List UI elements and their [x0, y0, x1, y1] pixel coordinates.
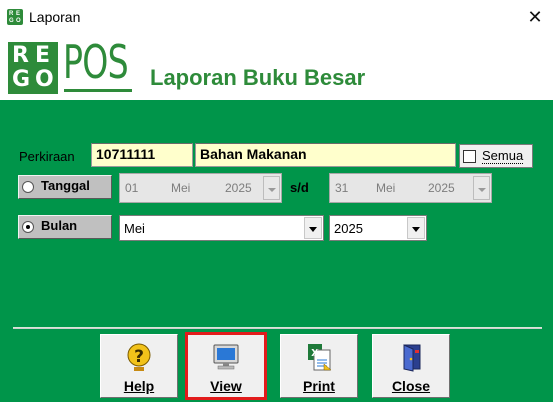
print-button-label: Print [303, 378, 335, 394]
button-separator [13, 327, 542, 329]
print-icon: X [308, 344, 332, 371]
month-select-value: Mei [124, 221, 145, 236]
logo-underline [64, 89, 132, 92]
print-button[interactable]: X Print [280, 334, 358, 398]
report-header: R E G O POS Laporan Buku Besar [0, 34, 553, 100]
title-bar: R E G O Laporan ✕ [0, 0, 553, 34]
close-button-label: Close [391, 378, 431, 394]
semua-label: Semua [482, 148, 524, 164]
bulan-radio[interactable]: Bulan [18, 215, 112, 239]
date-to-dropdown-icon[interactable] [473, 176, 490, 200]
tanggal-label: Tanggal [41, 178, 90, 193]
semua-checkbox[interactable]: Semua [459, 144, 533, 168]
tanggal-radio[interactable]: Tanggal [18, 175, 112, 199]
bulan-label: Bulan [41, 218, 78, 233]
svg-text:?: ? [134, 347, 144, 367]
sd-label: s/d [290, 180, 309, 195]
window-title: Laporan [29, 9, 81, 25]
rego-logo: R E G O [8, 42, 58, 94]
report-title: Laporan Buku Besar [150, 65, 366, 90]
view-button[interactable]: View [185, 332, 267, 400]
exit-door-icon [403, 344, 421, 372]
bulan-radio-dot[interactable] [22, 221, 34, 233]
question-icon: ? [127, 343, 151, 371]
close-window-icon[interactable]: ✕ [523, 6, 547, 28]
perkiraan-label: Perkiraan [19, 149, 75, 164]
help-button[interactable]: ? Help [100, 334, 178, 398]
year-select[interactable]: 2025 [329, 215, 427, 241]
view-button-label: View [210, 378, 242, 394]
account-name-field[interactable]: Bahan Makanan [195, 143, 456, 167]
month-dropdown-icon[interactable] [304, 217, 322, 239]
year-select-value: 2025 [334, 221, 363, 236]
monitor-icon [213, 344, 239, 370]
app-icon: R E G O [7, 9, 23, 25]
help-button-label: Help [123, 378, 155, 394]
tanggal-radio-dot[interactable] [22, 181, 34, 193]
date-from-picker[interactable]: 01 Mei 2025 [119, 173, 282, 203]
date-from-dropdown-icon[interactable] [263, 176, 280, 200]
year-dropdown-icon[interactable] [407, 217, 425, 239]
close-button[interactable]: Close [372, 334, 450, 398]
account-code-field[interactable]: 10711111 [91, 143, 193, 167]
pos-logo-text: POS [63, 35, 129, 89]
month-select[interactable]: Mei [119, 215, 324, 241]
date-to-picker[interactable]: 31 Mei 2025 [329, 173, 492, 203]
semua-checkbox-box[interactable] [463, 150, 476, 163]
